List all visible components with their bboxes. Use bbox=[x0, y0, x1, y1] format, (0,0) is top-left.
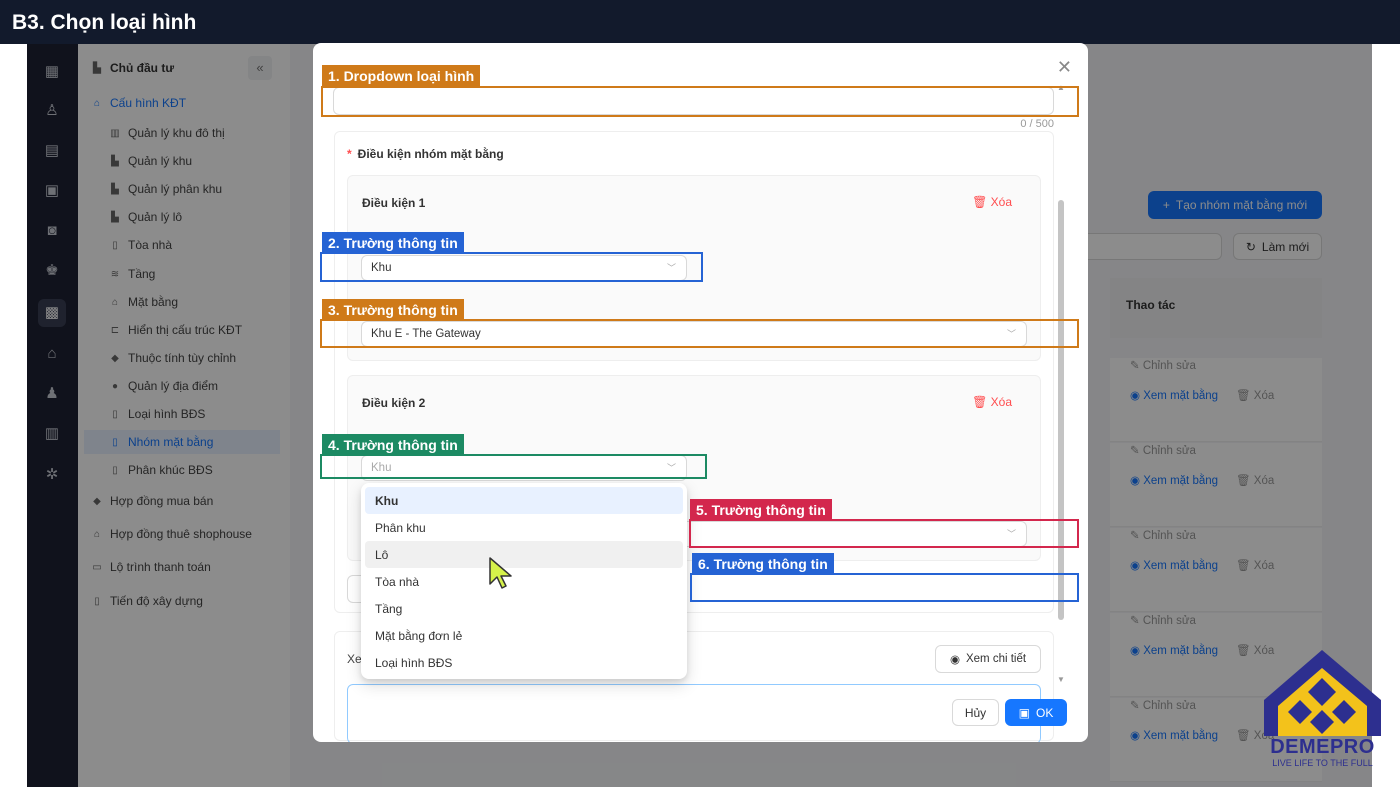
modal-scrollbar[interactable] bbox=[1058, 200, 1064, 620]
condition-group-label: * Điều kiện nhóm mặt bằng bbox=[347, 147, 504, 161]
annotation-box-3 bbox=[320, 319, 1079, 348]
type-dropdown-menu: Khu Phân khu Lô Tòa nhà Tầng Mặt bằng đơ… bbox=[361, 483, 687, 679]
condition-1-delete-button[interactable]: 🗑 Xóa bbox=[972, 195, 1012, 209]
condition-2-delete-button[interactable]: 🗑 Xóa bbox=[972, 395, 1012, 409]
annotation-label-2: 2. Trường thông tin bbox=[322, 232, 464, 254]
close-icon[interactable]: ✕ bbox=[1057, 57, 1072, 78]
annotation-label-4: 4. Trường thông tin bbox=[322, 434, 464, 456]
save-icon: ▣ bbox=[1018, 705, 1030, 720]
demepro-logo: DEMEPRO LIVE LIFE TO THE FULL bbox=[1260, 648, 1385, 770]
option-mat-bang-don-le[interactable]: Mặt bằng đơn lẻ bbox=[365, 622, 683, 649]
condition-1-title: Điều kiện 1 bbox=[362, 196, 426, 210]
annotation-box-1 bbox=[321, 86, 1079, 117]
condition-modal: ✕ ▲ 0 / 500 * Điều kiện nhóm mặt bằng Điề… bbox=[313, 43, 1088, 742]
logo-tagline: LIVE LIFE TO THE FULL bbox=[1272, 758, 1373, 768]
annotation-label-1: 1. Dropdown loại hình bbox=[322, 65, 481, 87]
annotation-label-5: 5. Trường thông tin bbox=[690, 499, 832, 521]
annotation-label-3: 3. Trường thông tin bbox=[322, 299, 464, 321]
ok-button[interactable]: ▣ OK bbox=[1005, 699, 1067, 726]
char-counter: 0 / 500 bbox=[1020, 118, 1054, 130]
option-phan-khu[interactable]: Phân khu bbox=[365, 514, 683, 541]
trash-icon: 🗑 bbox=[972, 395, 988, 409]
option-lo[interactable]: Lô bbox=[365, 541, 683, 568]
tutorial-header: B3. Chọn loại hình bbox=[0, 0, 1400, 44]
house-logo-icon bbox=[1264, 650, 1381, 736]
condition-2-title: Điều kiện 2 bbox=[362, 396, 426, 410]
cancel-button[interactable]: Hủy bbox=[952, 699, 999, 726]
view-details-button[interactable]: ◉ Xem chi tiết bbox=[935, 645, 1041, 673]
step-title: B3. Chọn loại hình bbox=[12, 11, 197, 34]
scroll-down-icon[interactable]: ▼ bbox=[1057, 675, 1065, 684]
annotation-box-5 bbox=[689, 519, 1079, 548]
annotation-box-6 bbox=[690, 573, 1079, 602]
option-toa-nha[interactable]: Tòa nhà bbox=[365, 568, 683, 595]
preview-label: Xe bbox=[347, 652, 362, 666]
preview-area bbox=[347, 684, 1041, 742]
trash-icon: 🗑 bbox=[972, 195, 988, 209]
logo-wordmark: DEMEPRO bbox=[1270, 736, 1375, 758]
annotation-box-2 bbox=[320, 252, 703, 282]
eye-icon: ◉ bbox=[949, 654, 960, 666]
required-mark: * bbox=[347, 147, 352, 161]
option-khu[interactable]: Khu bbox=[365, 487, 683, 514]
annotation-label-6: 6. Trường thông tin bbox=[692, 553, 834, 575]
annotation-box-4 bbox=[320, 454, 707, 479]
option-loai-hinh-bds[interactable]: Loại hình BĐS bbox=[365, 649, 683, 676]
mouse-cursor-icon bbox=[489, 557, 512, 589]
option-tang[interactable]: Tầng bbox=[365, 595, 683, 622]
